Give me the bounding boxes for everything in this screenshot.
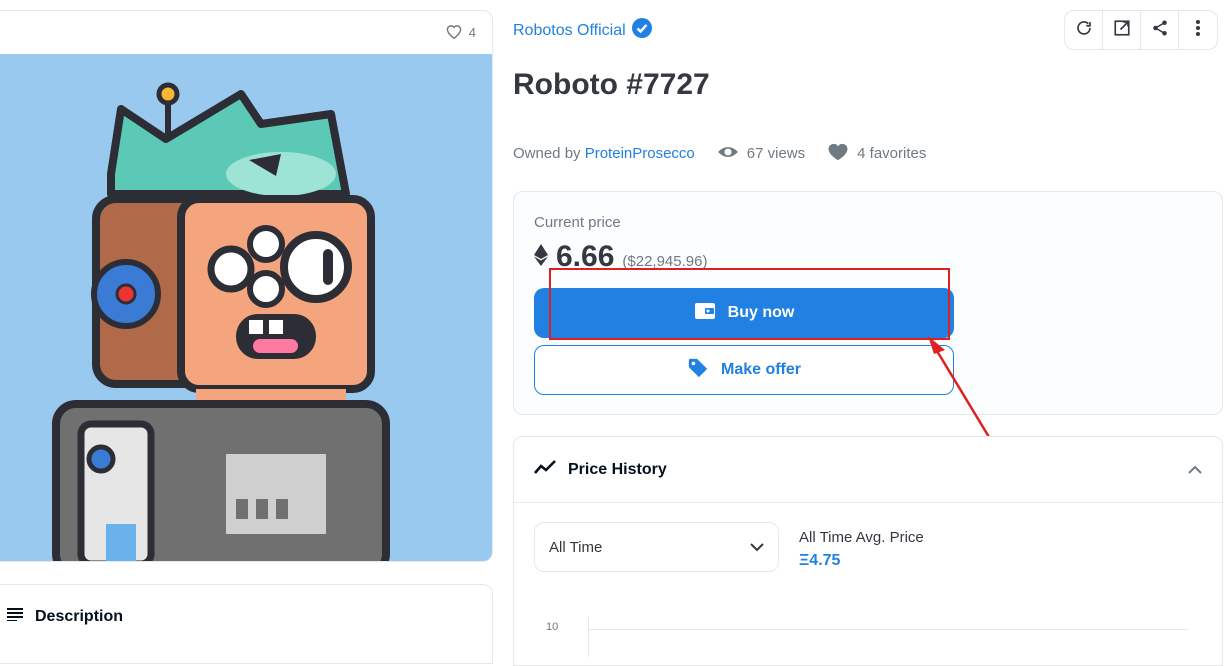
tag-icon [687, 357, 709, 384]
eye-icon [717, 145, 739, 163]
external-link-button[interactable] [1103, 11, 1141, 49]
price-history-header[interactable]: Price History [514, 437, 1222, 503]
price-row: 6.66 ($22,945.96) [534, 240, 707, 274]
description-header[interactable]: Description [0, 585, 492, 626]
price-eth: 6.66 [556, 240, 615, 273]
favorites-stat: 4 favorites [827, 142, 926, 165]
refresh-button[interactable] [1065, 11, 1103, 49]
y-axis-tick: 10 [546, 621, 559, 633]
avg-price-label: All Time Avg. Price [799, 529, 924, 546]
grid-line [588, 629, 1188, 630]
list-icon [7, 607, 23, 626]
chevron-up-icon[interactable] [1188, 461, 1202, 479]
y-axis-line [588, 617, 589, 657]
favorites-count: 4 [468, 25, 476, 40]
description-card[interactable]: Description [0, 584, 493, 664]
views-stat: 67 views [717, 145, 805, 163]
current-price-label: Current price [534, 214, 621, 231]
trend-icon [534, 459, 556, 480]
chevron-down-icon [750, 539, 764, 556]
external-link-icon [1113, 19, 1131, 42]
price-history-chart: 10 [534, 617, 1194, 657]
asset-meta-row: Owned by ProteinProsecco 67 views 4 favo… [513, 142, 926, 165]
refresh-icon [1075, 19, 1093, 42]
collection-link[interactable]: Robotos Official [513, 18, 652, 43]
favorites-total: 4 favorites [857, 145, 927, 162]
share-icon [1151, 19, 1169, 42]
collection-name[interactable]: Robotos Official [513, 22, 626, 40]
wallet-icon [694, 302, 716, 325]
description-label: Description [35, 607, 124, 625]
ethereum-icon [534, 244, 548, 271]
nft-artwork[interactable] [0, 54, 492, 561]
buy-now-label: Buy now [727, 304, 795, 321]
owned-by-label: Owned by [513, 145, 581, 162]
owner-link[interactable]: ProteinProsecco [585, 145, 695, 162]
views-count: 67 views [746, 145, 806, 162]
period-select[interactable]: All Time [534, 522, 779, 572]
verified-badge-icon [631, 18, 652, 43]
more-button[interactable] [1179, 11, 1217, 49]
share-button[interactable] [1141, 11, 1179, 49]
make-offer-button[interactable]: Make offer [534, 345, 954, 395]
asset-toolbar [1064, 10, 1218, 50]
more-icon [1195, 19, 1201, 42]
make-offer-label: Make offer [720, 361, 802, 378]
nft-image-card: 4 [0, 10, 493, 562]
price-history-title: Price History [568, 460, 667, 478]
price-card: Current price 6.66 ($22,945.96) Buy now … [513, 191, 1223, 415]
avg-price-value: Ξ4.75 [799, 552, 841, 569]
avg-price-block: All Time Avg. Price Ξ4.75 [799, 529, 924, 570]
image-topbar: 4 [0, 11, 492, 54]
heart-outline-icon[interactable] [445, 23, 463, 42]
buy-now-button[interactable]: Buy now [534, 288, 954, 338]
asset-title: Roboto #7727 [513, 68, 710, 101]
price-history-card: Price History All Time All Time Avg. Pri… [513, 436, 1223, 666]
price-usd: ($22,945.96) [622, 253, 708, 270]
heart-icon [827, 142, 849, 165]
period-value: All Time [549, 538, 603, 556]
